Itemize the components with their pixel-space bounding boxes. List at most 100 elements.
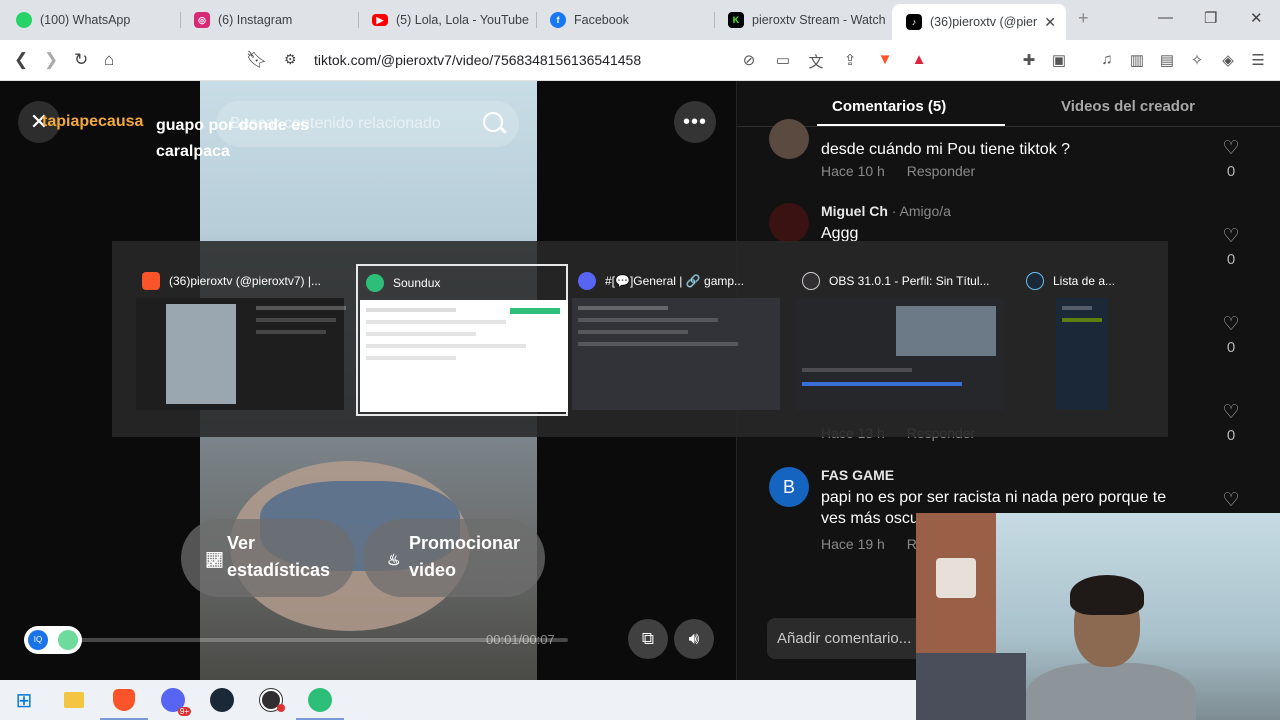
tab-youtube[interactable]: ▶ (5) Lola, Lola - YouTube [358, 0, 534, 40]
reload-button[interactable]: ↻ [74, 50, 88, 70]
volume-icon[interactable]: 🔊︎ [674, 619, 714, 659]
brave-icon [113, 689, 135, 711]
tab-kick[interactable]: K pieroxtv Stream - Watch [714, 0, 890, 40]
window-title-text: Lista de a... [1053, 274, 1116, 288]
window-thumbnail [1056, 298, 1108, 410]
comment-time: Hace 19 h [821, 536, 885, 552]
search-icon[interactable] [483, 112, 503, 132]
home-icon[interactable]: ⌂ [104, 50, 114, 70]
instagram-icon: ◎ [194, 12, 210, 28]
switcher-window-obs[interactable]: OBS 31.0.1 - Perfil: Sin Títul... [794, 264, 1006, 416]
iq-toggle[interactable]: IQ [24, 626, 82, 654]
back-button[interactable]: ❮ [14, 50, 28, 70]
avatar[interactable] [769, 203, 809, 243]
like-button[interactable]: ♡ 0 [1217, 403, 1245, 445]
folder-icon [64, 692, 84, 708]
brave-shields-icon[interactable]: ▼ [876, 51, 894, 69]
discord-taskbar-icon[interactable]: 9+ [159, 686, 191, 716]
comment-user[interactable]: Miguel Ch · Amigo/a [821, 203, 951, 219]
windows-start-icon[interactable]: ⊞ [10, 686, 38, 714]
vpn-icon[interactable]: ◈ [1219, 51, 1237, 69]
window-thumbnail [572, 298, 780, 410]
wallet-icon[interactable]: ▤ [1158, 51, 1176, 69]
flame-icon: ♨ [387, 552, 401, 569]
comment-item: desde cuándo mi Pou tiene tiktok ? Hace … [769, 119, 1249, 199]
brave-taskbar-icon[interactable] [100, 686, 148, 720]
picture-in-picture-icon[interactable]: ⧉ [628, 619, 668, 659]
file-explorer-icon[interactable] [60, 686, 88, 714]
video-author[interactable]: tapiapecausa [42, 113, 143, 131]
reply-button[interactable]: Responder [907, 163, 976, 179]
window-thumbnail [136, 298, 346, 410]
tab-whatsapp[interactable]: (100) WhatsApp [2, 0, 178, 40]
close-tab-icon[interactable]: ✕ [1044, 14, 1056, 31]
thumbnail-line [802, 382, 962, 386]
tab-creator-videos[interactable]: Videos del creador [1061, 98, 1195, 115]
soundux-icon [366, 274, 384, 292]
comment-time: Hace 10 h [821, 163, 885, 179]
tab-instagram[interactable]: ◎ (6) Instagram [180, 0, 356, 40]
like-button[interactable]: ♡ 0 [1217, 314, 1245, 357]
thumbnail-button [510, 308, 560, 314]
heart-icon: ♡ [1222, 314, 1240, 335]
leo-ai-icon[interactable]: ✧ [1188, 51, 1206, 69]
extensions-icon[interactable]: ✚ [1020, 51, 1038, 69]
switcher-window-soundux[interactable]: Soundux [356, 264, 568, 416]
restore-button[interactable]: ❐ [1204, 9, 1217, 27]
like-button[interactable]: ♡ 0 [1217, 139, 1245, 181]
cast-icon[interactable]: ▭ [774, 51, 792, 69]
bookmark-icon[interactable]: 🔖︎ [246, 50, 268, 70]
thumbnail-video [166, 304, 236, 404]
site-info-icon[interactable]: ⚙ [284, 51, 297, 68]
thumbnail-line [366, 320, 506, 324]
brave-rewards-icon[interactable]: ▲ [910, 51, 928, 69]
webcam-background [916, 653, 1026, 720]
tab-label: pieroxtv Stream - Watch [752, 13, 886, 27]
close-window-button[interactable]: ✕ [1250, 9, 1263, 27]
tab-tiktok-active[interactable]: ♪ (36)pieroxtv (@pier ✕ [892, 4, 1066, 40]
more-options-icon[interactable]: ••• [674, 101, 716, 143]
no-cast-icon[interactable]: ⊘ [740, 51, 758, 69]
like-button[interactable]: ♡ [1217, 491, 1245, 511]
avatar[interactable] [769, 119, 809, 159]
power-icon [58, 630, 78, 650]
thumbnail-line [578, 306, 668, 310]
facebook-icon: f [550, 12, 566, 28]
iq-icon: IQ [28, 630, 48, 650]
like-button[interactable]: ♡ 0 [1217, 226, 1245, 269]
steam-taskbar-icon[interactable] [208, 686, 236, 714]
tab-label: (6) Instagram [218, 13, 293, 27]
window-title-text: Soundux [393, 276, 441, 290]
tab-facebook[interactable]: f Facebook [536, 0, 712, 40]
obs-taskbar-icon[interactable] [257, 686, 285, 714]
forward-button[interactable]: ❯ [44, 50, 58, 70]
tab-label: Facebook [574, 13, 629, 27]
tab-comments[interactable]: Comentarios (5) [832, 98, 946, 115]
url-field[interactable]: tiktok.com/@pieroxtv7/video/756834815613… [314, 52, 641, 68]
new-tab-button[interactable]: + [1078, 8, 1089, 29]
soundux-taskbar-icon[interactable] [296, 686, 344, 720]
translate-icon[interactable]: 文 [807, 51, 825, 71]
kick-icon: K [728, 12, 744, 28]
comment-relation: · Amigo/a [891, 203, 951, 219]
webcam-person [1070, 575, 1144, 615]
switcher-window-steam[interactable]: Lista de a... [1018, 264, 1168, 416]
switcher-window-discord[interactable]: #[💬]General | 🔗 gamp... [570, 264, 782, 416]
media-icon[interactable]: ♫ [1098, 51, 1116, 69]
avatar[interactable]: B [769, 467, 809, 507]
heart-icon: ♡ [1222, 226, 1240, 247]
view-stats-button[interactable]: 📈︎ Ver estadísticas [181, 519, 355, 597]
share-icon[interactable]: ⇪ [841, 51, 859, 69]
promote-video-button[interactable]: ♨ Promocionar video [363, 519, 545, 597]
comment-username[interactable]: FAS GAME [821, 467, 894, 483]
notification-badge: 9+ [177, 707, 191, 716]
sidebar-icon[interactable]: ▥ [1128, 51, 1146, 69]
comment-meta: Hace 19 h Re [821, 536, 925, 552]
minimize-button[interactable]: — [1158, 9, 1173, 26]
switcher-window-brave[interactable]: (36)pieroxtv (@pieroxtv7) |... [134, 264, 346, 416]
webcam-background [936, 558, 976, 598]
menu-icon[interactable]: ☰ [1249, 51, 1267, 69]
tab-search-icon[interactable]: ▣ [1050, 51, 1068, 69]
thumbnail-line [366, 344, 526, 348]
webcam-overlay [916, 513, 1280, 720]
